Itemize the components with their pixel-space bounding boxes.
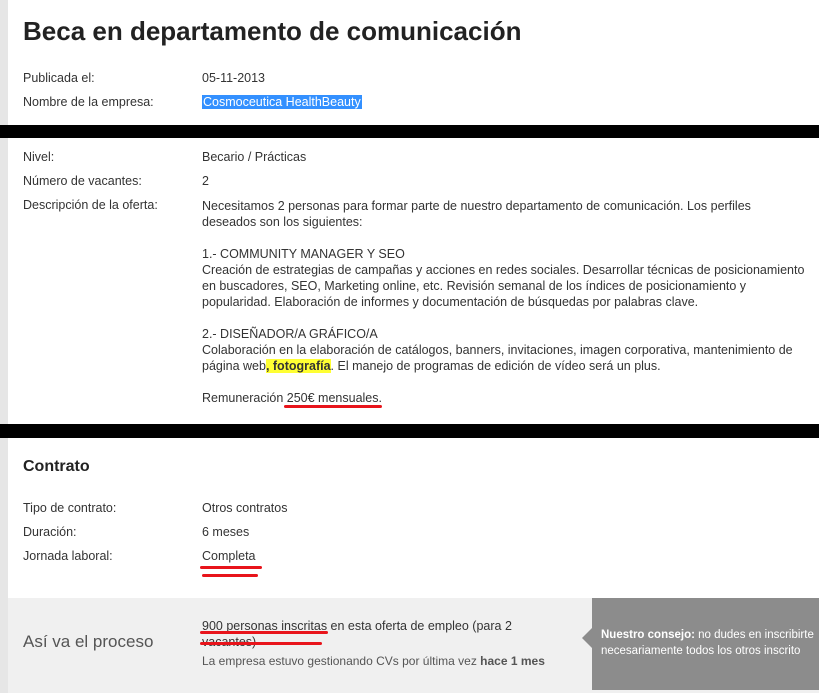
company-name-selected: Cosmoceutica HealthBeauty: [202, 95, 362, 109]
salary: Remuneración 250€ mensuales.: [202, 390, 807, 406]
registered-underline-2: [200, 642, 322, 645]
process-title: Así va el proceso: [23, 632, 154, 651]
contract-title: Contrato: [23, 458, 90, 475]
vacancies-value: 2: [202, 174, 209, 188]
description-label: Descripción de la oferta:: [23, 198, 158, 212]
company-label: Nombre de la empresa:: [23, 95, 154, 109]
schedule-underline-1: [200, 566, 262, 569]
description-intro: Necesitamos 2 personas para formar parte…: [202, 199, 751, 229]
published-label: Publicada el:: [23, 71, 95, 85]
role-1-title: 1.- COMMUNITY MANAGER Y SEO: [202, 247, 405, 261]
level-value: Becario / Prácticas: [202, 150, 307, 164]
schedule-value: Completa: [202, 549, 256, 563]
last-activity-value: hace 1 mes: [480, 654, 545, 668]
duration-label: Duración:: [23, 525, 77, 539]
process-last-activity: La empresa estuvo gestionando CVs por úl…: [202, 654, 545, 668]
salary-prefix: Remuneración: [202, 391, 287, 405]
role-1-text: Creación de estrategias de campañas y ac…: [202, 263, 805, 309]
offer-description: Necesitamos 2 personas para formar parte…: [202, 198, 807, 422]
contract-type-label: Tipo de contrato:: [23, 501, 117, 515]
last-activity-prefix: La empresa estuvo gestionando CVs por úl…: [202, 654, 481, 668]
redaction-bar-top: [0, 125, 819, 138]
role-2: 2.- DISEÑADOR/A GRÁFICO/A Colaboración e…: [202, 326, 807, 374]
salary-value: 250€ mensuales: [286, 391, 379, 405]
level-label: Nivel:: [23, 150, 55, 164]
redaction-bar-bottom: [0, 424, 819, 438]
tip-label: Nuestro consejo:: [601, 629, 695, 641]
salary-underline: [284, 405, 382, 408]
registered-underline-1: [200, 631, 328, 634]
schedule-underline-2: [202, 574, 258, 577]
tip-panel: Nuestro consejo: no dudes en inscribirte…: [592, 598, 819, 690]
page-title: Beca en departamento de comunicación: [23, 16, 522, 46]
schedule-label: Jornada laboral:: [23, 549, 113, 563]
salary-suffix: .: [378, 391, 382, 405]
published-value: 05-11-2013: [202, 71, 266, 85]
tip-line-1: no dudes en inscribirte: [694, 629, 814, 641]
duration-value: 6 meses: [202, 525, 250, 539]
role-2-text-b: . El manejo de programas de edición de v…: [330, 359, 661, 373]
process-registered: 900 personas inscritas en esta oferta de…: [202, 618, 532, 650]
contract-type-value: Otros contratos: [202, 501, 288, 515]
role-2-title: 2.- DISEÑADOR/A GRÁFICO/A: [202, 327, 378, 341]
role-1: 1.- COMMUNITY MANAGER Y SEO Creación de …: [202, 246, 807, 310]
company-link[interactable]: Cosmoceutica HealthBeauty: [202, 95, 362, 109]
tip-line-2: necesariamente todos los otros inscrito: [601, 645, 801, 657]
tip-arrow: [582, 628, 592, 648]
role-2-highlight: , fotografía: [265, 359, 331, 373]
vacancies-label: Número de vacantes:: [23, 174, 142, 188]
tip-text: Nuestro consejo: no dudes en inscribirte…: [601, 627, 819, 659]
